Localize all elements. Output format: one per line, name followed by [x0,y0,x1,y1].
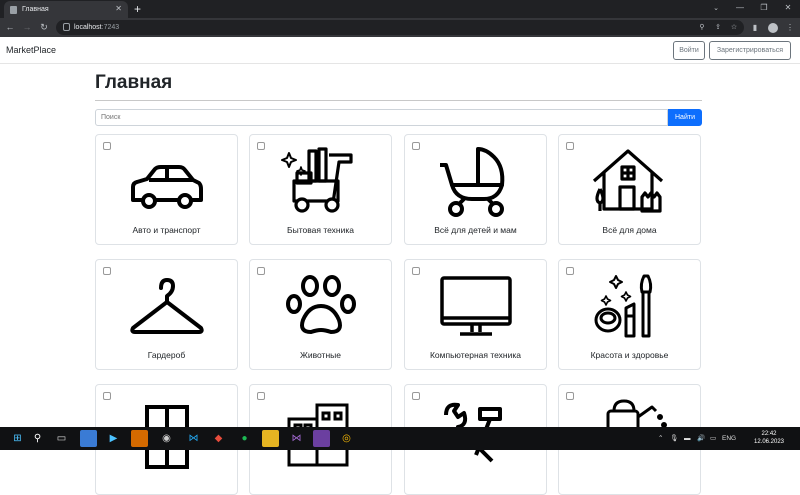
category-card[interactable]: Гардероб [95,259,238,370]
category-card[interactable]: Всё для детей и мам [404,134,547,245]
volume-icon[interactable]: 🔊 [697,427,705,450]
window-close-icon[interactable]: ✕ [776,0,800,18]
monitor-icon [436,270,516,345]
page-title: Главная [95,72,173,93]
calculator-app-icon[interactable] [80,430,97,447]
category-checkbox[interactable] [257,142,265,150]
category-checkbox[interactable] [257,392,265,400]
restore-icon[interactable]: ❐ [752,0,776,18]
category-card[interactable]: Компьютерная техника [404,259,547,370]
chrome-menu-icon[interactable]: ⋮ [783,19,797,36]
category-checkbox[interactable] [103,142,111,150]
vacuum-cleaner-icon [281,145,361,220]
category-card[interactable]: Бытовая техника [249,134,392,245]
github-app-icon[interactable]: ◉ [158,430,175,447]
category-label: Красота и здоровье [590,350,669,360]
powershell-app-icon[interactable]: ▶ [105,430,122,447]
browser-tab-strip: Главная ✕ + ⌄ — ❐ ✕ [0,0,800,18]
close-tab-icon[interactable]: ✕ [115,4,122,13]
category-checkbox[interactable] [103,267,111,275]
taskbar-clock[interactable]: 22:42 12.06.2023 [748,430,790,446]
category-label: Всё для детей и мам [434,225,517,235]
battery-icon[interactable]: ▭ [710,427,716,450]
category-card[interactable]: Красота и здоровье [558,259,701,370]
browser-tab-title: Главная [22,6,49,13]
category-checkbox[interactable] [566,267,574,275]
new-tab-icon[interactable]: + [134,1,141,17]
category-checkbox[interactable] [103,392,111,400]
clock-date: 12.06.2023 [753,439,785,445]
forward-icon[interactable]: → [20,19,34,35]
visual-studio-app-icon[interactable]: ⋈ [288,430,305,447]
share-icon[interactable]: ⇪ [712,20,724,35]
site-navbar: MarketPlace Войти Зарегистрироваться [0,37,800,64]
category-checkbox[interactable] [412,392,420,400]
network-icon[interactable]: ▬ [684,427,691,450]
login-button[interactable]: Войти [673,41,705,60]
address-bar[interactable]: localhost:7243 ⚲ ⇪ ☆ [56,20,744,35]
tab-search-icon[interactable]: ⌄ [709,0,723,18]
bookmark-star-icon[interactable]: ☆ [728,20,740,35]
register-button[interactable]: Зарегистрироваться [709,41,791,60]
category-card[interactable]: Животные [249,259,392,370]
url-text: localhost:7243 [74,24,120,31]
category-checkbox[interactable] [412,142,420,150]
category-label: Авто и транспорт [132,225,201,235]
spotify-app-icon[interactable]: ● [236,430,253,447]
minimize-icon[interactable]: — [728,0,752,18]
tray-chevron-icon[interactable]: ⌃ [658,427,663,450]
taskbar-search-icon[interactable]: ⚲ [29,430,46,447]
category-checkbox[interactable] [566,142,574,150]
task-view-icon[interactable]: ▭ [53,430,70,447]
zoom-search-icon[interactable]: ⚲ [696,20,708,35]
terminal-app-icon[interactable] [313,430,330,447]
category-card[interactable]: Авто и транспорт [95,134,238,245]
cosmetics-icon [590,270,670,345]
language-indicator[interactable]: ENG [722,427,736,450]
page-favicon-icon [10,5,17,14]
house-icon [590,145,670,220]
windows-taskbar: ⊞ ⚲ ▭ ▶ ◉ ⋈ ◆ ● ⋈ ◎ ⌃ 🎙 ▬ 🔊 ▭ ENG 22:42 … [0,427,800,450]
file-explorer-app-icon[interactable] [262,430,279,447]
category-label: Гардероб [147,350,186,360]
hanger-icon [127,270,207,345]
category-card[interactable]: Всё для дома [558,134,701,245]
baby-stroller-icon [436,145,516,220]
browser-toolbar: ← → ↻ localhost:7243 ⚲ ⇪ ☆ ▮ ⋮ [0,18,800,37]
windows-start-icon[interactable]: ⊞ [9,430,26,447]
paw-icon [281,270,361,345]
reload-icon[interactable]: ↻ [37,19,51,35]
divider [95,100,702,101]
profile-avatar-icon[interactable] [768,23,778,33]
category-checkbox[interactable] [412,267,420,275]
category-label: Компьютерная техника [429,350,522,360]
search-button[interactable]: Найти [668,109,702,126]
brand-link[interactable]: MarketPlace [6,45,56,55]
side-panel-icon[interactable]: ▮ [748,19,762,36]
chrome-app-icon[interactable]: ◎ [338,430,355,447]
microphone-icon[interactable]: 🎙 [670,427,678,450]
category-label: Всё для дома [602,225,657,235]
clock-time: 22:42 [761,431,777,437]
category-label: Животные [300,350,341,360]
git-app-icon[interactable]: ◆ [210,430,227,447]
category-label: Бытовая техника [287,225,354,235]
category-checkbox[interactable] [566,392,574,400]
category-checkbox[interactable] [257,267,265,275]
back-icon[interactable]: ← [3,19,17,35]
lock-icon[interactable] [63,23,70,31]
browser-tab[interactable]: Главная ✕ [4,1,128,18]
search-input[interactable] [95,109,668,126]
active-app-icon[interactable] [131,430,148,447]
car-icon [127,145,207,220]
vscode-app-icon[interactable]: ⋈ [185,430,202,447]
